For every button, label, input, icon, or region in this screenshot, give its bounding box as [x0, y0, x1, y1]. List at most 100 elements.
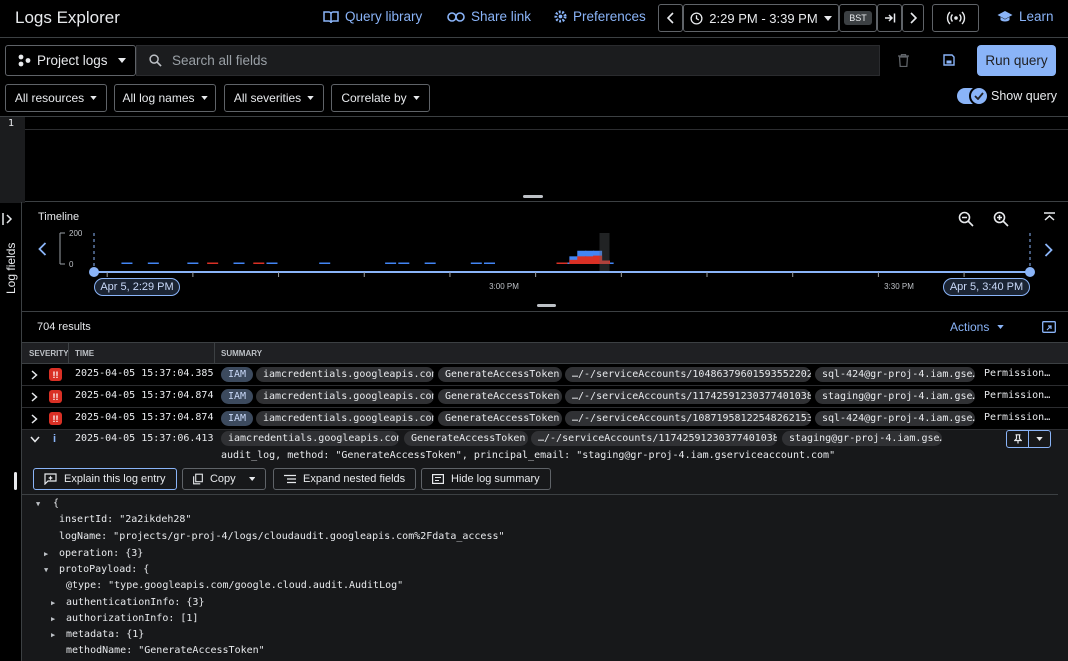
range-end-pill[interactable]: Apr 5, 3:40 PM: [943, 278, 1030, 296]
method-chip[interactable]: GenerateAccessToken: [438, 367, 562, 382]
timeline-bar-info[interactable]: [319, 262, 331, 265]
editor-resize-handle[interactable]: [523, 195, 543, 198]
timeline-bar-info[interactable]: [233, 262, 245, 265]
principal-chip[interactable]: staging@gr-proj-4.iam.gse…: [815, 389, 975, 404]
explain-log-entry-button[interactable]: Explain this log entry: [33, 468, 177, 490]
timeline-bar-error[interactable]: [556, 262, 568, 265]
show-query-toggle[interactable]: [957, 86, 989, 106]
all-log-names-dropdown[interactable]: All log names: [114, 84, 216, 112]
row-menu-button[interactable]: [1029, 431, 1050, 447]
resource-chip[interactable]: …/-/serviceAccounts/10486379601593552202…: [565, 367, 811, 382]
method-chip[interactable]: GenerateAccessToken: [404, 431, 528, 446]
all-resources-dropdown[interactable]: All resources: [5, 84, 107, 112]
filter-bar: All resources All log names All severiti…: [0, 84, 1068, 116]
chevron-right-icon[interactable]: [31, 370, 38, 380]
previous-time-button[interactable]: [658, 4, 683, 32]
timeline-bar-info[interactable]: [147, 262, 159, 265]
principal-chip[interactable]: sql-424@gr-proj-4.iam.gse…: [815, 367, 975, 382]
status-text: Permission…: [984, 368, 1051, 379]
host-chip[interactable]: iamcredentials.googleapis.com: [256, 411, 434, 426]
resource-chip[interactable]: …/-/serviceAccounts/10871958122548262153…: [565, 411, 811, 426]
triangle-right-icon[interactable]: ▶: [51, 615, 55, 623]
row-pin-menu[interactable]: [1006, 430, 1051, 448]
principal-chip[interactable]: sql-424@gr-proj-4.iam.gse…: [815, 411, 975, 426]
triangle-right-icon[interactable]: ▶: [51, 631, 55, 639]
service-chip[interactable]: IAM: [221, 367, 254, 382]
share-link-button[interactable]: Share link: [447, 9, 531, 24]
principal-chip[interactable]: staging@gr-proj-4.iam.gse…: [782, 431, 942, 446]
service-chip[interactable]: IAM: [221, 389, 254, 404]
column-header-summary[interactable]: SUMMARY: [221, 349, 262, 358]
timeline-bar-error[interactable]: [207, 262, 219, 265]
range-end-handle[interactable]: [1025, 267, 1035, 277]
run-query-button[interactable]: Run query: [977, 45, 1056, 76]
time-range-label: 2:29 PM - 3:39 PM: [709, 10, 818, 26]
timeline-bar-info[interactable]: [121, 262, 133, 265]
timeline-bar-info[interactable]: [470, 262, 482, 265]
timezone-selector[interactable]: BST: [839, 4, 877, 32]
stream-logs-button[interactable]: [932, 4, 979, 32]
clear-query-button[interactable]: [898, 54, 909, 67]
table-row[interactable]: !! 2025-04-05 15:37:04.385 IAM iamcreden…: [22, 364, 1068, 386]
host-chip[interactable]: iamcredentials.googleapis.com: [256, 367, 434, 382]
host-chip[interactable]: iamcredentials.googleapis.com: [256, 389, 434, 404]
save-query-button[interactable]: [943, 54, 955, 66]
range-start-pill[interactable]: Apr 5, 2:29 PM: [94, 278, 180, 296]
expand-log-fields-button[interactable]: [2, 213, 15, 225]
query-editor[interactable]: 1: [0, 116, 1068, 203]
search-input[interactable]: Search all fields: [136, 45, 880, 76]
next-time-button[interactable]: [902, 4, 924, 32]
project-logs-dropdown[interactable]: Project logs: [5, 45, 136, 76]
wrap-lines-button[interactable]: [1042, 321, 1056, 333]
timeline-bar-info[interactable]: [483, 262, 495, 265]
expand-nested-fields-button[interactable]: Expand nested fields: [273, 468, 417, 490]
chevron-right-icon[interactable]: [31, 392, 38, 402]
resource-chip[interactable]: …/-/serviceAccounts/11742591230377401038…: [565, 389, 811, 404]
timeline-bar-error[interactable]: [585, 256, 595, 264]
timeline-bar-error[interactable]: [577, 256, 587, 264]
copy-dropdown[interactable]: Copy: [182, 468, 266, 490]
timeline-bar-info[interactable]: [187, 262, 199, 265]
service-chip[interactable]: IAM: [221, 411, 254, 426]
pin-button[interactable]: [1007, 431, 1029, 447]
timeline-bar-info[interactable]: [385, 262, 397, 265]
column-header-severity[interactable]: SEVERITY: [29, 349, 69, 358]
chevron-down-icon[interactable]: [30, 436, 40, 443]
learn-button[interactable]: Learn: [997, 9, 1054, 24]
column-header-time[interactable]: TIME: [75, 349, 94, 358]
actions-dropdown[interactable]: Actions: [950, 320, 1005, 334]
show-query-label: Show query: [991, 89, 1058, 103]
table-row[interactable]: !! 2025-04-05 15:37:04.874 IAM iamcreden…: [22, 408, 1068, 430]
triangle-right-icon[interactable]: ▶: [51, 599, 55, 607]
timeline-bar-info[interactable]: [424, 262, 436, 265]
triangle-down-icon[interactable]: ▼: [36, 500, 40, 508]
timeline-bar-error[interactable]: [569, 259, 579, 264]
range-start-handle[interactable]: [89, 267, 99, 277]
log-fields-label[interactable]: Log fields: [4, 243, 18, 294]
hide-log-summary-button[interactable]: Hide log summary: [421, 468, 551, 490]
resource-chip[interactable]: …/-/serviceAccounts/11742591230377401038…: [531, 431, 777, 446]
host-chip[interactable]: iamcredentials.googleapis.com: [221, 431, 399, 446]
method-chip[interactable]: GenerateAccessToken: [438, 411, 562, 426]
method-chip[interactable]: GenerateAccessToken: [438, 389, 562, 404]
json-line[interactable]: methodName: "GenerateAccessToken": [66, 645, 265, 656]
json-line[interactable]: @type: "type.googleapis.com/google.cloud…: [66, 580, 403, 591]
timeline-bar-info[interactable]: [398, 262, 410, 265]
jump-to-now-button[interactable]: [877, 4, 902, 32]
preferences-button[interactable]: Preferences: [554, 9, 646, 24]
correlate-by-dropdown[interactable]: Correlate by: [331, 84, 430, 112]
table-row[interactable]: !! 2025-04-05 15:37:04.874 IAM iamcreden…: [22, 386, 1068, 408]
timeline-resize-handle[interactable]: [537, 304, 556, 307]
all-severities-dropdown[interactable]: All severities: [224, 84, 324, 112]
timeline-bar-info[interactable]: [266, 262, 278, 265]
chevron-right-icon[interactable]: [31, 414, 38, 424]
triangle-down-icon[interactable]: ▼: [44, 566, 48, 574]
query-library-button[interactable]: Query library: [323, 9, 422, 24]
json-line[interactable]: insertId: "2a2ikdeh28": [59, 514, 191, 525]
rail-resize-handle[interactable]: [14, 472, 17, 490]
timeline-bar-error[interactable]: [253, 262, 265, 265]
caret-down-icon: [248, 477, 255, 481]
time-range-picker[interactable]: 2:29 PM - 3:39 PM: [683, 4, 839, 32]
triangle-right-icon[interactable]: ▶: [44, 550, 48, 558]
json-line[interactable]: logName: "projects/gr-proj-4/logs/clouda…: [59, 531, 505, 542]
